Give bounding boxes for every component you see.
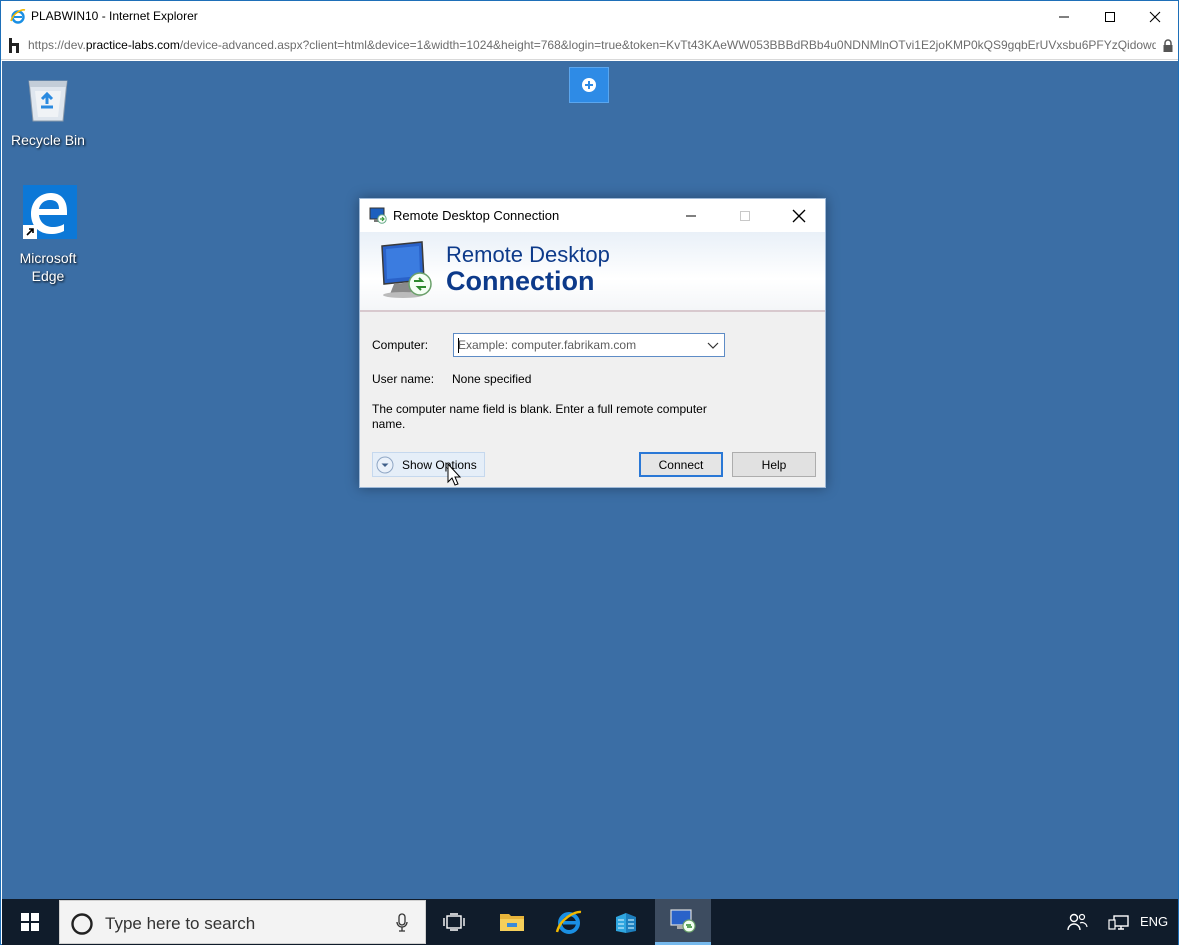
ie-window: PLABWIN10 - Internet Explorer https://de… [0, 0, 1179, 945]
ie-titlebar[interactable]: PLABWIN10 - Internet Explorer [1, 1, 1178, 32]
maximize-button[interactable] [1087, 1, 1133, 32]
username-value: None specified [452, 372, 532, 386]
taskbar: Type here to search ENG [2, 899, 1178, 945]
url-path: /device-advanced.aspx?client=html&device… [179, 38, 1156, 52]
desktop-icon-recycle-bin[interactable]: Recycle Bin [8, 71, 88, 149]
computer-label: Computer: [372, 338, 429, 352]
remote-desktop-icon [369, 207, 387, 224]
url-text[interactable]: https://dev.practice-labs.com/device-adv… [28, 38, 1156, 52]
address-bar[interactable]: https://dev.practice-labs.com/device-adv… [1, 32, 1178, 60]
text-caret [458, 338, 459, 353]
folder-icon [500, 914, 524, 931]
lock-icon[interactable] [1162, 39, 1174, 53]
desktop-icon-microsoft-edge[interactable]: Microsoft Edge [8, 183, 88, 285]
microsoft-edge-icon [23, 185, 77, 239]
internet-explorer-taskbar-button[interactable] [541, 899, 597, 945]
cortana-icon [70, 912, 94, 936]
computer-input[interactable] [456, 336, 698, 354]
rdc-close-button[interactable] [774, 199, 824, 232]
url-domain: practice-labs.com [85, 38, 180, 52]
username-label: User name: [372, 372, 435, 386]
blank-computer-message: The computer name field is blank. Enter … [372, 402, 707, 431]
rdc-minimize-button[interactable] [666, 199, 716, 232]
show-options-label: Show Options [402, 458, 477, 472]
remote-desktop-monitor-icon [376, 240, 438, 300]
microphone-icon[interactable] [395, 913, 409, 933]
site-favicon-icon [7, 37, 21, 54]
internet-explorer-icon [10, 8, 26, 24]
computer-combobox[interactable] [453, 333, 725, 357]
rdc-banner-title-line1: Remote Desktop [446, 242, 610, 267]
recycle-bin-icon [28, 80, 68, 122]
remote-desktop-icon [670, 908, 696, 933]
taskbar-search-box[interactable]: Type here to search [59, 900, 426, 944]
remote-desktop-area[interactable]: Recycle Bin Microsoft Edge Remote Deskto… [2, 61, 1178, 899]
task-view-icon [443, 913, 465, 931]
language-indicator[interactable]: ENG [1140, 914, 1168, 929]
rdc-titlebar[interactable]: Remote Desktop Connection [360, 199, 825, 232]
rdc-maximize-button [720, 199, 770, 232]
show-options-button[interactable]: Show Options [372, 452, 485, 477]
windows-logo-icon [21, 913, 39, 931]
session-menu-button[interactable] [569, 67, 609, 103]
mouse-pointer-icon [447, 462, 463, 489]
remote-desktop-taskbar-button[interactable] [655, 899, 711, 945]
url-prefix: https://dev. [28, 38, 86, 52]
minimize-button[interactable] [1041, 1, 1087, 32]
task-view-button[interactable] [426, 899, 482, 945]
rdc-banner-title-line2: Connection [446, 266, 595, 296]
rdc-window-title: Remote Desktop Connection [393, 208, 560, 223]
people-icon[interactable] [1066, 911, 1088, 933]
close-button[interactable] [1132, 1, 1178, 32]
chevron-down-icon[interactable] [706, 339, 720, 351]
chevron-circle-down-icon [376, 456, 394, 474]
rdc-banner: Remote Desktop Connection [360, 232, 825, 312]
network-icon[interactable] [1108, 912, 1130, 932]
file-explorer-taskbar-button[interactable] [484, 899, 540, 945]
help-button[interactable]: Help [732, 452, 816, 477]
server-manager-taskbar-button[interactable] [598, 899, 654, 945]
start-button[interactable] [2, 899, 58, 945]
microsoft-edge-label: Microsoft Edge [19, 250, 77, 284]
remote-desktop-connection-dialog: Remote Desktop Connection Remote Desktop… [359, 198, 826, 488]
search-placeholder: Type here to search [105, 914, 256, 933]
recycle-bin-label: Recycle Bin [11, 132, 85, 148]
connect-button[interactable]: Connect [639, 452, 723, 477]
internet-explorer-icon [555, 910, 582, 934]
window-title: PLABWIN10 - Internet Explorer [31, 9, 198, 23]
server-manager-icon [616, 913, 636, 933]
